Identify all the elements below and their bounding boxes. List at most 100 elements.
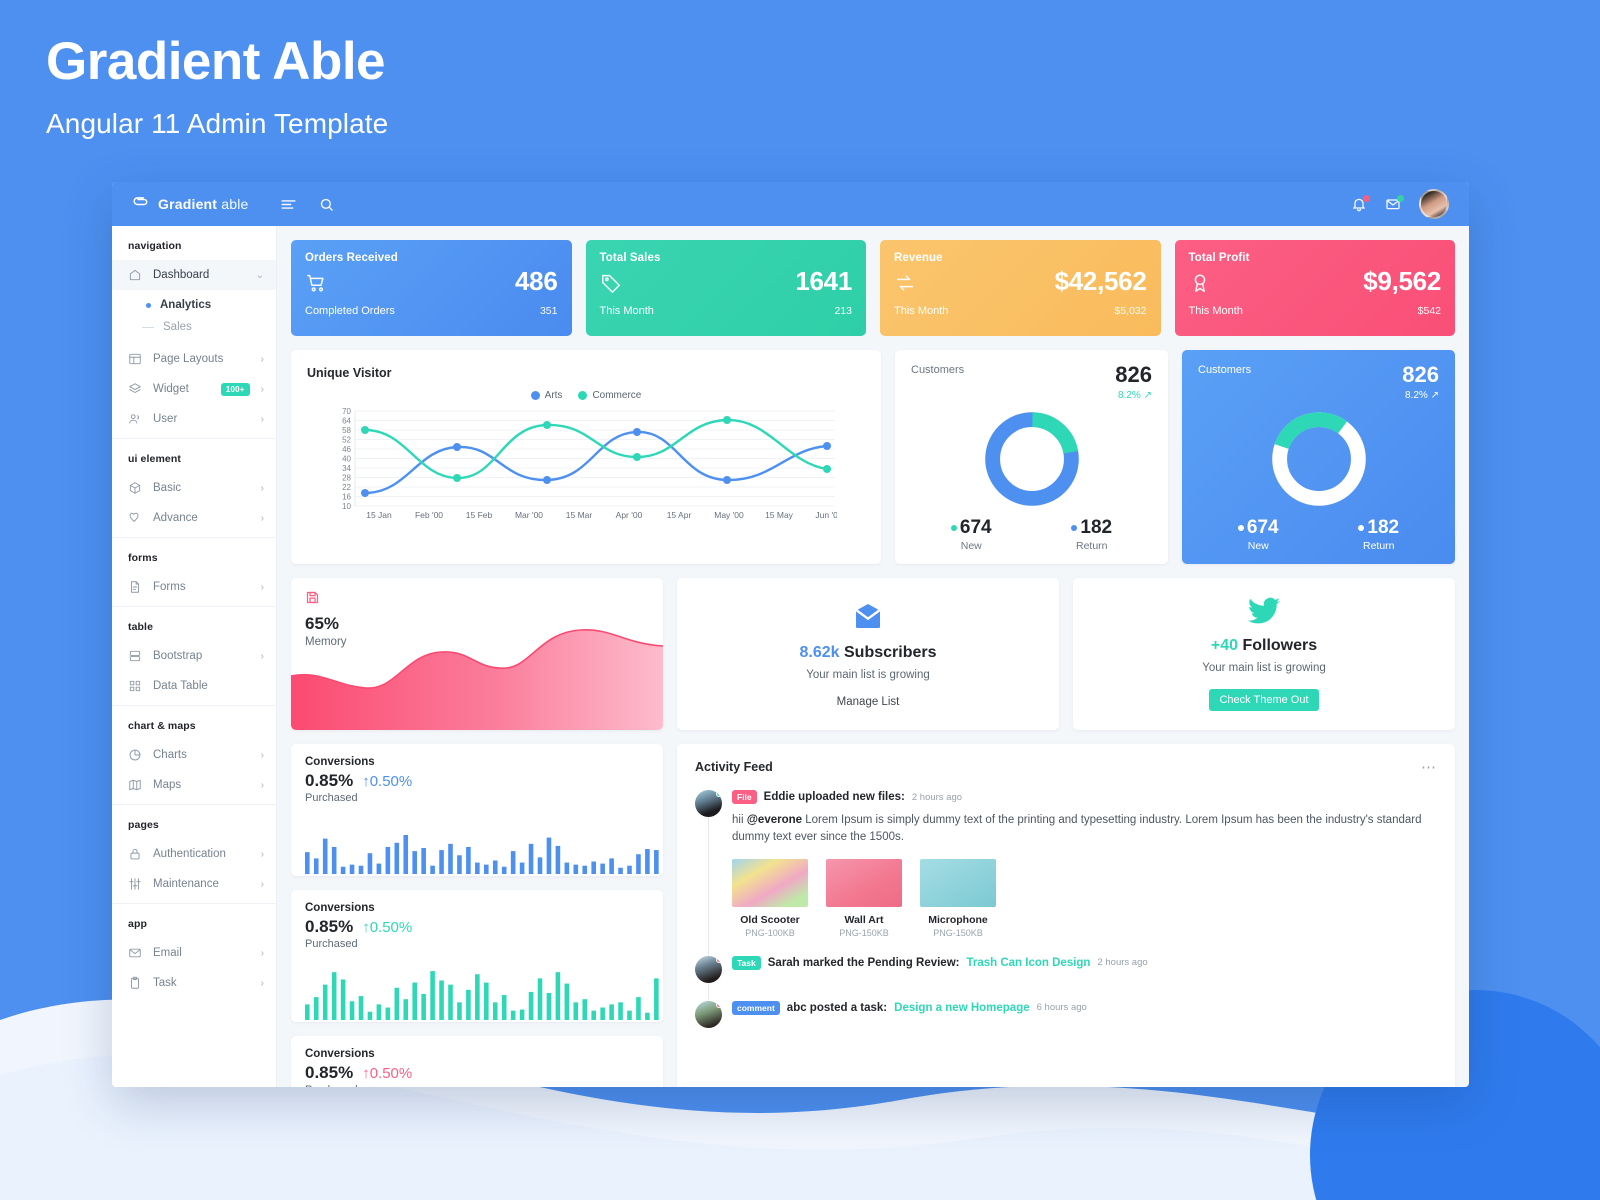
document-icon: [128, 580, 142, 594]
sidebar-item-authentication[interactable]: Authentication ›: [112, 839, 276, 869]
stat-cards-row: Orders Received 486 Completed Orders 351 Tot…: [291, 240, 1455, 336]
bar: [555, 972, 561, 1020]
followers-subtitle: Your main list is growing: [1202, 662, 1326, 674]
cart-icon: [305, 272, 327, 294]
chevron-right-icon: ›: [260, 947, 264, 959]
hamburger-icon[interactable]: [280, 196, 297, 213]
envelope-icon[interactable]: [1385, 195, 1404, 212]
legend-color-dot: [530, 391, 540, 400]
svg-text:10: 10: [342, 502, 351, 511]
stat-card-title: Total Profit: [1188, 252, 1250, 264]
chevron-right-icon: ›: [260, 749, 264, 761]
bar: [394, 987, 400, 1020]
bar: [484, 864, 489, 874]
stat-card-subvalue: 213: [834, 305, 852, 317]
nav-group-title-forms: forms: [128, 552, 158, 564]
subscribers-title: 8.62k Subscribers: [799, 644, 937, 661]
conversions-value: 0.85%: [305, 1063, 354, 1082]
svg-text:64: 64: [342, 417, 351, 426]
activity-link[interactable]: Design a new Homepage: [894, 1002, 1029, 1014]
sidebar-navigation[interactable]: navigation Dashboard ⌄ Analytics Sales Page L…: [112, 226, 277, 1087]
more-horizontal-icon[interactable]: ⋯: [1421, 758, 1437, 776]
customers-label: Customers: [1198, 364, 1252, 376]
attachment-item[interactable]: Old Scooter PNG-100KB: [732, 858, 808, 938]
customers-donut-chart: [1198, 407, 1439, 511]
sidebar-item-charts[interactable]: Charts ›: [112, 740, 276, 770]
sidebar-item-email[interactable]: Email ›: [112, 938, 276, 968]
chevron-right-icon: ›: [260, 779, 264, 791]
map-icon: [128, 778, 142, 792]
bar: [376, 1004, 382, 1020]
avatar: [695, 1000, 722, 1028]
legend-item-commerce: Commerce: [578, 390, 641, 401]
return-dot-icon: [1071, 525, 1078, 531]
sidebar-subitem-label: Analytics: [160, 299, 212, 311]
bar: [609, 858, 614, 874]
table-icon: [128, 649, 142, 663]
hero-title: Gradient Able: [46, 32, 386, 91]
sidebar-item-user[interactable]: User ›: [112, 404, 276, 434]
search-icon[interactable]: [319, 197, 334, 212]
activity-link[interactable]: Trash Can Icon Design: [966, 957, 1090, 969]
nav-group-title-ui-element: ui element: [128, 453, 181, 465]
sidebar-item-advance[interactable]: Advance ›: [112, 503, 276, 533]
sidebar-item-maintenance[interactable]: Maintenance ›: [112, 869, 276, 899]
bar: [475, 974, 480, 1020]
stat-card-orders-received: Orders Received 486 Completed Orders 351: [291, 240, 572, 336]
bar: [305, 852, 310, 874]
bar: [430, 971, 435, 1020]
sidebar-item-page-layouts[interactable]: Page Layouts ›: [112, 344, 276, 374]
bar: [340, 866, 346, 874]
sidebar-item-bootstrap[interactable]: Bootstrap ›: [112, 641, 276, 671]
bar: [618, 1002, 623, 1020]
conversions-value: 0.85%: [305, 771, 354, 790]
customers-new: 674 New: [950, 517, 992, 552]
check-theme-out-button[interactable]: Check Theme Out: [1209, 689, 1319, 711]
envelope-icon: [128, 946, 142, 960]
sidebar-item-task[interactable]: Task ›: [112, 968, 276, 998]
bar: [403, 999, 409, 1020]
brand-logo[interactable]: Gradient able: [130, 192, 280, 217]
bar: [492, 860, 498, 874]
memory-social-row: 65% Memory 8.62k Subscribers Your main l…: [291, 578, 1455, 730]
customers-card-blue: Customers 826 8.2% ↗ 674 New 182 Return: [1182, 350, 1455, 564]
attachment-item[interactable]: Wall Art PNG-150KB: [826, 858, 902, 938]
x-axis-tick: Feb '00: [415, 510, 443, 520]
svg-text:46: 46: [342, 445, 351, 454]
bar: [439, 850, 444, 874]
sidebar-item-forms[interactable]: Forms ›: [112, 572, 276, 602]
conversions-bar-chart: [305, 962, 663, 1022]
conversions-delta: ↑0.50%: [362, 1065, 413, 1082]
sidebar-item-maps[interactable]: Maps ›: [112, 770, 276, 800]
heart-icon: [128, 511, 142, 525]
nav-group-title-pages: pages: [128, 819, 159, 831]
bar: [645, 1012, 650, 1020]
bell-icon[interactable]: [1351, 195, 1370, 212]
followers-title: +40 Followers: [1210, 637, 1318, 654]
customers-card-light: Customers 826 8.2% ↗ 674 New 182 Return: [895, 350, 1168, 564]
sidebar-item-label: Email: [153, 947, 182, 959]
bar: [537, 978, 543, 1020]
conversions-card-3: Conversions 0.85% ↑0.50% Purchased: [291, 1036, 663, 1087]
unique-visitor-title: Unique Visitor: [307, 366, 392, 380]
sidebar-item-basic[interactable]: Basic ›: [112, 473, 276, 503]
sidebar-subitem-sales[interactable]: Sales: [112, 316, 276, 338]
attachment-item[interactable]: Microphone PNG-150KB: [920, 858, 996, 938]
x-axis-tick: Apr '00: [616, 510, 643, 520]
chevron-right-icon: ›: [260, 581, 264, 593]
activity-item: File Eddie uploaded new files: 2 hours a…: [695, 790, 1437, 938]
user-avatar[interactable]: [1419, 189, 1449, 219]
sidebar-item-dashboard[interactable]: Dashboard ⌄: [112, 260, 276, 290]
sidebar-item-widget[interactable]: Widget 100+ ›: [112, 374, 276, 404]
bar: [501, 866, 507, 874]
chevron-right-icon: ›: [260, 413, 264, 425]
bar: [546, 837, 552, 874]
activity-text: hii @everone Lorem Ipsum is simply dummy…: [732, 814, 1422, 844]
sidebar-item-data-table[interactable]: Data Table: [112, 671, 276, 701]
conversions-column: Conversions 0.85% ↑0.50% Purchased Conversio…: [291, 744, 663, 1087]
sidebar-subitem-analytics[interactable]: Analytics: [112, 294, 276, 316]
stat-card-revenue: Revenue $42,562 This Month $5,032: [880, 240, 1161, 336]
customers-total: 826: [1402, 362, 1439, 387]
bar: [582, 999, 588, 1020]
manage-list-link[interactable]: Manage List: [837, 696, 900, 708]
